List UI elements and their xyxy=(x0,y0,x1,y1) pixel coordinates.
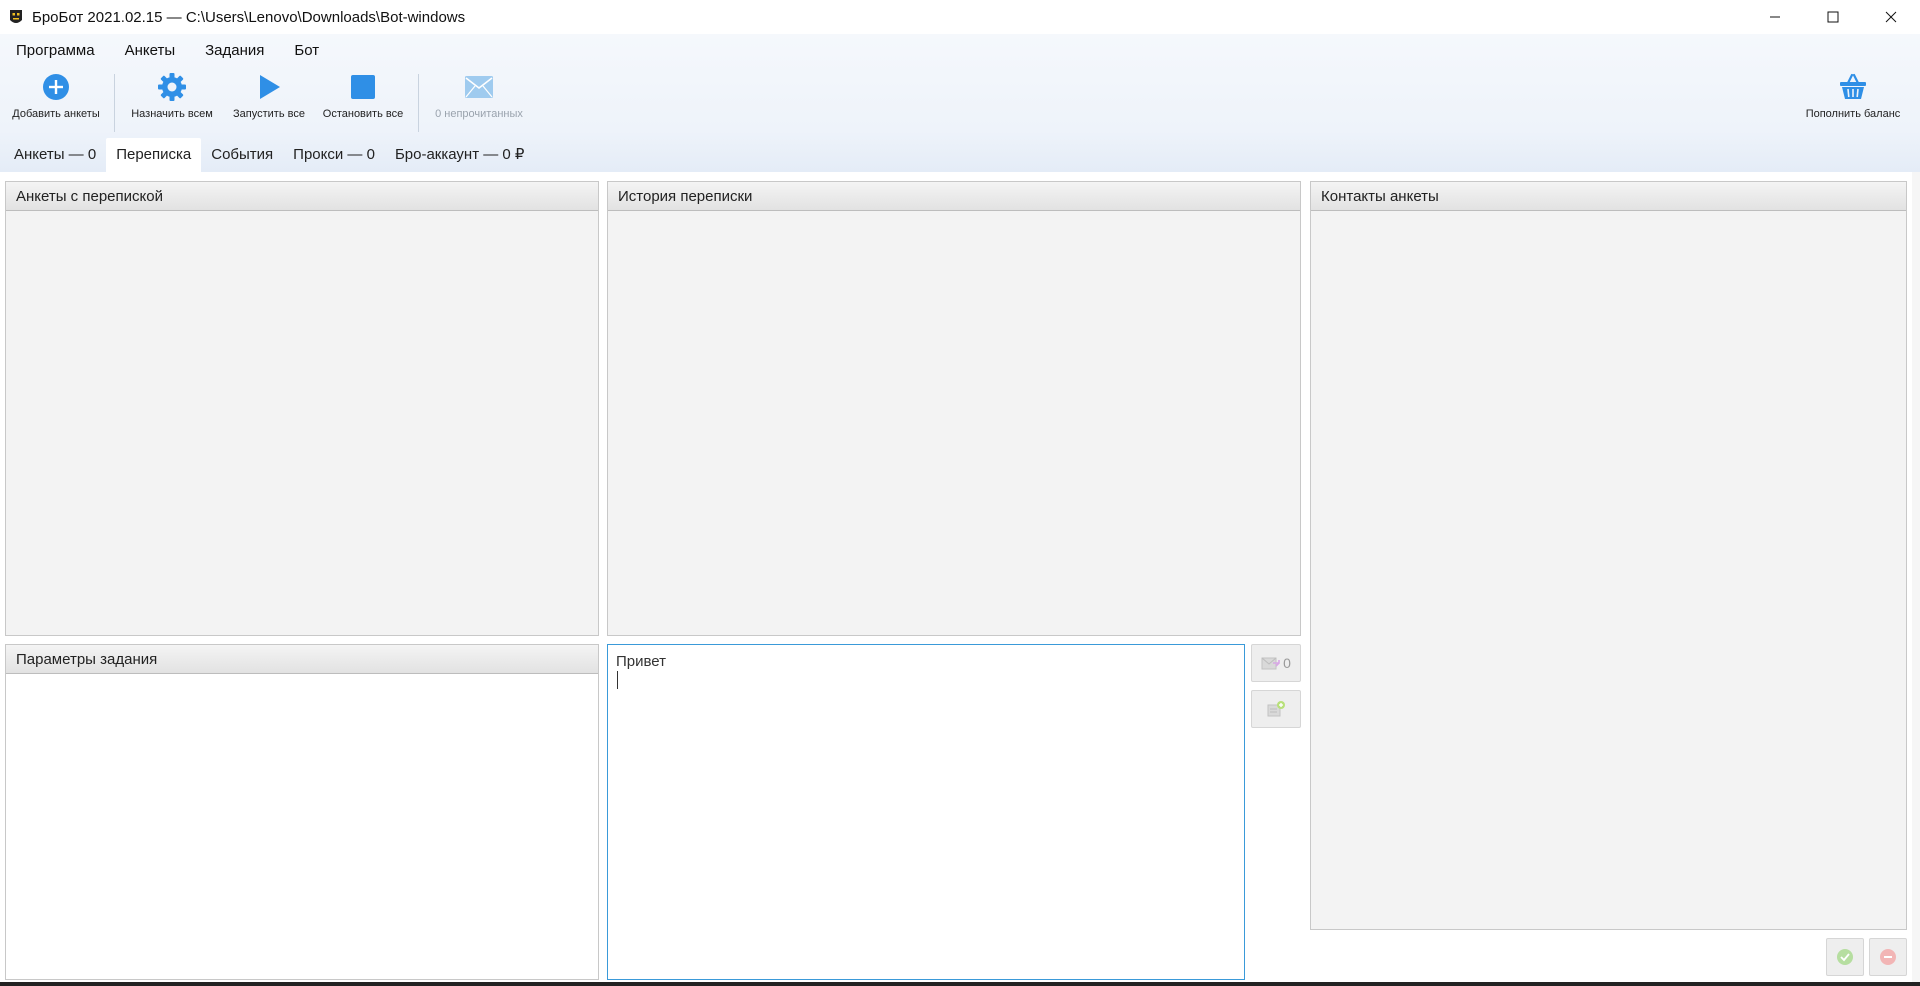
add-note-icon xyxy=(1267,701,1285,717)
text-caret xyxy=(617,671,618,689)
toolbar: Добавить анкеты Назначить всем Запустить… xyxy=(0,70,1920,132)
basket-icon xyxy=(1840,73,1866,99)
unread-messages-button[interactable]: 0 непрочитанных xyxy=(425,70,533,130)
stop-all-button[interactable]: Остановить все xyxy=(309,70,417,130)
minimize-icon xyxy=(1770,16,1780,18)
window-edge xyxy=(1912,172,1920,986)
window-controls xyxy=(1746,0,1920,34)
maximize-button[interactable] xyxy=(1804,0,1862,34)
menu-profiles[interactable]: Анкеты xyxy=(113,34,188,68)
tab-bar: Анкеты — 0 Переписка События Прокси — 0 … xyxy=(0,136,534,172)
add-profiles-button[interactable]: Добавить анкеты xyxy=(2,70,110,130)
add-profiles-label: Добавить анкеты xyxy=(12,108,100,120)
content-area: Анкеты с перепиской История переписки Ко… xyxy=(0,172,1920,986)
send-message-button[interactable]: 0 xyxy=(1251,644,1301,682)
tab-events[interactable]: События xyxy=(201,138,283,172)
top-up-balance-label: Пополнить баланс xyxy=(1805,108,1901,120)
menu-bot[interactable]: Бот xyxy=(282,34,331,68)
app-logo-icon xyxy=(10,10,22,23)
menu-tasks[interactable]: Задания xyxy=(193,34,276,68)
remove-contact-button[interactable] xyxy=(1869,938,1907,976)
tab-proxies[interactable]: Прокси — 0 xyxy=(283,138,385,172)
gear-icon xyxy=(158,73,186,101)
menu-bar: Программа Анкеты Задания Бот xyxy=(0,34,337,68)
message-input[interactable]: Привет xyxy=(607,644,1245,980)
tab-correspondence[interactable]: Переписка xyxy=(106,138,202,172)
title-bar: БроБот 2021.02.15 — C:\Users\Lenovo\Down… xyxy=(0,0,1920,34)
chat-history-panel[interactable]: История переписки xyxy=(607,181,1301,636)
minimize-button[interactable] xyxy=(1746,0,1804,34)
top-up-balance-button[interactable]: Пополнить баланс xyxy=(1798,70,1908,130)
menu-program[interactable]: Программа xyxy=(4,34,107,68)
accept-contact-button[interactable] xyxy=(1826,938,1864,976)
red-minus-circle-icon xyxy=(1880,949,1896,965)
tab-profiles[interactable]: Анкеты — 0 xyxy=(4,138,106,172)
play-icon xyxy=(260,75,280,99)
add-template-button[interactable] xyxy=(1251,690,1301,728)
close-button[interactable] xyxy=(1862,0,1920,34)
send-count: 0 xyxy=(1283,655,1291,671)
panel-header: Параметры задания xyxy=(6,645,598,674)
stop-icon xyxy=(351,75,375,99)
assign-all-button[interactable]: Назначить всем xyxy=(118,70,226,130)
panel-header: Контакты анкеты xyxy=(1311,182,1906,211)
green-circle-icon xyxy=(1837,949,1853,965)
profile-contacts-panel[interactable]: Контакты анкеты xyxy=(1310,181,1907,930)
maximize-icon xyxy=(1827,11,1839,23)
stop-all-label: Остановить все xyxy=(322,108,404,120)
panel-header: Анкеты с перепиской xyxy=(6,182,598,211)
envelope-icon xyxy=(465,76,493,98)
task-params-panel[interactable]: Параметры задания xyxy=(5,644,599,980)
start-all-button[interactable]: Запустить все xyxy=(215,70,323,130)
taskbar-edge xyxy=(0,982,1920,986)
send-mail-icon xyxy=(1261,657,1280,670)
profiles-with-chat-panel[interactable]: Анкеты с перепиской xyxy=(5,181,599,636)
close-icon xyxy=(1885,11,1897,23)
toolbar-separator xyxy=(418,74,419,132)
assign-all-label: Назначить всем xyxy=(131,108,213,120)
unread-messages-label: 0 непрочитанных xyxy=(435,108,523,120)
start-all-label: Запустить все xyxy=(233,108,305,120)
window-title: БроБот 2021.02.15 — C:\Users\Lenovo\Down… xyxy=(32,8,466,26)
panel-header: История переписки xyxy=(608,182,1300,211)
message-text: Привет xyxy=(616,653,667,670)
add-circle-icon xyxy=(43,74,69,100)
toolbar-separator xyxy=(114,74,115,132)
tab-bro-account[interactable]: Бро-аккаунт — 0 ₽ xyxy=(385,138,535,172)
ribbon: Программа Анкеты Задания Бот Добавить ан… xyxy=(0,34,1920,172)
